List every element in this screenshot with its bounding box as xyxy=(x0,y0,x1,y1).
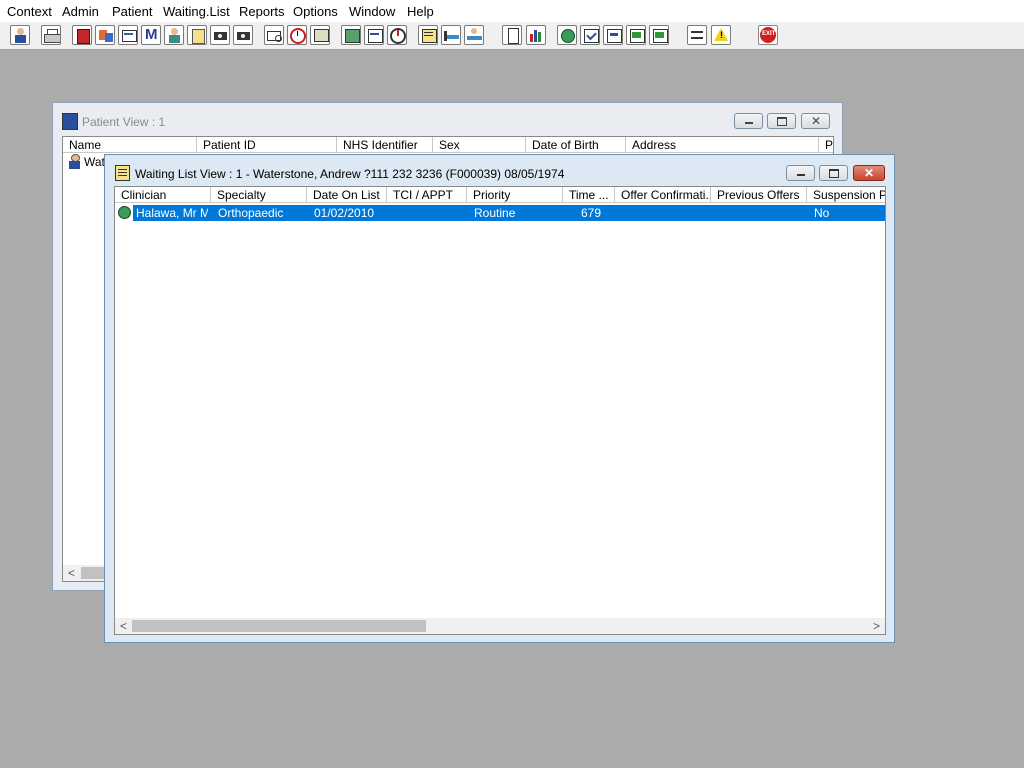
date-on-list-cell: 01/02/2010 xyxy=(314,206,375,220)
column-header-offer-confirmation[interactable]: Offer Confirmati... xyxy=(615,187,711,203)
column-header-clinician[interactable]: Clinician xyxy=(115,187,211,203)
menu-context[interactable]: Context xyxy=(7,4,52,19)
letters-icon[interactable] xyxy=(118,25,138,45)
column-header-date-of-birth[interactable]: Date of Birth xyxy=(526,137,626,153)
envelope-search-icon[interactable] xyxy=(264,25,284,45)
camera-icon[interactable] xyxy=(210,25,230,45)
column-header-nhs-identifier[interactable]: NHS Identifier xyxy=(337,137,433,153)
gauge-icon[interactable] xyxy=(387,25,407,45)
patient-view-app-icon xyxy=(62,113,78,130)
priority-cell: Routine xyxy=(474,206,516,220)
close-button[interactable]: ✕ xyxy=(853,165,885,181)
minimize-button[interactable] xyxy=(734,113,763,129)
maximize-button[interactable] xyxy=(819,165,848,181)
specialty-cell: Orthopaedic xyxy=(218,206,284,220)
previous-offers-cell xyxy=(718,205,806,221)
menu-help[interactable]: Help xyxy=(407,4,434,19)
horizontal-scrollbar[interactable]: < > xyxy=(115,618,885,634)
bed-icon[interactable] xyxy=(441,25,461,45)
notepad-icon[interactable] xyxy=(187,25,207,45)
menu-options[interactable]: Options xyxy=(293,4,338,19)
document-icon[interactable] xyxy=(502,25,522,45)
clock-icon[interactable] xyxy=(287,25,307,45)
green-arrow-form-icon[interactable] xyxy=(626,25,646,45)
forward-form-icon[interactable] xyxy=(603,25,623,45)
waiting-list-table: Clinician Specialty Date On List TCI / A… xyxy=(114,186,886,635)
time-cell: 679 xyxy=(581,206,602,220)
waiting-list-titlebar[interactable]: Waiting List View : 1 - Waterstone, Andr… xyxy=(105,155,894,185)
globe-icon xyxy=(118,206,131,219)
patient-view-title: Patient View : 1 xyxy=(82,115,166,129)
patient-view-titlebar[interactable]: Patient View : 1 ✕ xyxy=(53,103,842,131)
column-header-tci-appt[interactable]: TCI / APPT xyxy=(387,187,467,203)
scroll-left-arrow[interactable]: < xyxy=(68,566,75,580)
warning-icon[interactable]: ! xyxy=(711,25,731,45)
globe-icon[interactable] xyxy=(557,25,577,45)
patient-bed-icon[interactable] xyxy=(464,25,484,45)
clinician-cell: Halawa, Mr M xyxy=(136,206,208,220)
table-row[interactable]: Halawa, Mr M Orthopaedic 01/02/2010 Rout… xyxy=(115,205,885,221)
transfer-icon[interactable] xyxy=(95,25,115,45)
offer-confirmation-cell xyxy=(622,205,710,221)
column-header-name[interactable]: Name xyxy=(63,137,197,153)
menu-bar: Context Admin Patient Waiting.List Repor… xyxy=(0,0,1024,23)
scroll-left-arrow[interactable]: < xyxy=(120,619,127,633)
close-button[interactable]: ✕ xyxy=(801,113,830,129)
column-header-suspension[interactable]: Suspension Pe xyxy=(807,187,885,203)
minimize-button[interactable] xyxy=(786,165,815,181)
scroll-right-arrow[interactable]: > xyxy=(873,619,880,633)
maximize-button[interactable] xyxy=(767,113,796,129)
scrollbar-thumb[interactable] xyxy=(132,620,426,632)
m-icon[interactable]: M xyxy=(141,25,161,45)
refresh-form-icon[interactable] xyxy=(649,25,669,45)
column-header-priority[interactable]: Priority xyxy=(467,187,563,203)
suspension-cell: No xyxy=(814,206,830,220)
exit-label: EXIT xyxy=(762,31,776,37)
waiting-list-title: Waiting List View : 1 - Waterstone, Andr… xyxy=(135,167,565,181)
screen-icon[interactable] xyxy=(310,25,330,45)
bar-chart-icon[interactable] xyxy=(526,25,546,45)
menu-patient[interactable]: Patient xyxy=(112,4,152,19)
column-header-date-on-list[interactable]: Date On List xyxy=(307,187,387,203)
column-header-postcode[interactable]: Po xyxy=(819,137,833,153)
column-header-sex[interactable]: Sex xyxy=(433,137,526,153)
photo-icon[interactable] xyxy=(341,25,361,45)
column-header-previous-offers[interactable]: Previous Offers xyxy=(711,187,807,203)
column-header-specialty[interactable]: Specialty xyxy=(211,187,307,203)
check-form-icon[interactable] xyxy=(580,25,600,45)
printer-icon[interactable] xyxy=(41,25,61,45)
edit-form-icon[interactable] xyxy=(364,25,384,45)
tci-appt-cell xyxy=(394,205,466,221)
doctor-icon[interactable] xyxy=(164,25,184,45)
red-book-icon[interactable] xyxy=(72,25,92,45)
column-header-patient-id[interactable]: Patient ID xyxy=(197,137,337,153)
menu-window[interactable]: Window xyxy=(349,4,395,19)
swap-icon[interactable] xyxy=(687,25,707,45)
column-header-time[interactable]: Time ... xyxy=(563,187,615,203)
list-icon[interactable] xyxy=(418,25,438,45)
patient-icon[interactable] xyxy=(10,25,30,45)
camera2-icon[interactable] xyxy=(233,25,253,45)
menu-admin[interactable]: Admin xyxy=(62,4,99,19)
waiting-list-app-icon xyxy=(115,165,130,181)
patient-icon xyxy=(68,154,81,169)
exit-icon[interactable]: EXIT xyxy=(758,25,778,45)
menu-waiting-list[interactable]: Waiting.List xyxy=(163,4,230,19)
waiting-list-view-window[interactable]: Waiting List View : 1 - Waterstone, Andr… xyxy=(104,154,895,643)
toolbar: M ! EXIT xyxy=(0,22,1024,50)
menu-reports[interactable]: Reports xyxy=(239,4,285,19)
column-header-address[interactable]: Address xyxy=(626,137,819,153)
